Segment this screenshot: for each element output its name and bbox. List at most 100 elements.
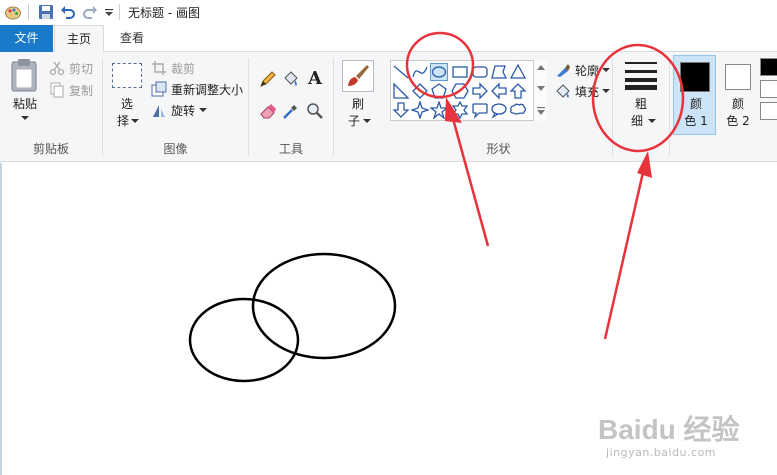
left-arrow-shape-icon[interactable]	[490, 82, 508, 100]
four-point-star-shape-icon[interactable]	[411, 101, 429, 119]
rectangle-shape-icon[interactable]	[451, 63, 469, 81]
brush-label-1[interactable]: 刷	[346, 96, 370, 112]
polygon-shape-icon[interactable]	[490, 63, 508, 81]
title-divider	[119, 4, 120, 20]
undo-icon[interactable]	[60, 3, 76, 21]
cut-label: 剪切	[69, 61, 94, 76]
tab-home[interactable]: 主页	[54, 25, 104, 53]
scissors-icon	[49, 61, 65, 76]
rotate-label: 旋转	[171, 103, 196, 118]
rotate-icon	[153, 105, 165, 117]
outline-dropdown-chevron-icon[interactable]	[602, 67, 611, 73]
diamond-shape-icon[interactable]	[411, 82, 429, 100]
resize-label: 重新调整大小	[171, 82, 244, 97]
paste-icon[interactable]	[10, 58, 38, 92]
down-arrow-shape-icon[interactable]	[392, 101, 410, 119]
curve-shape-icon[interactable]	[411, 63, 429, 81]
palette-color-empty[interactable]	[760, 102, 777, 120]
text-tool-icon[interactable]: A	[306, 68, 324, 89]
gallery-expand-icon[interactable]	[537, 107, 545, 115]
color1-label-1[interactable]: 颜	[682, 96, 710, 112]
crop-icon	[152, 61, 166, 75]
palette-color-black[interactable]	[760, 58, 777, 76]
brush-icon[interactable]	[342, 60, 374, 92]
clipboard-group-label: 剪贴板	[32, 142, 69, 156]
customize-toolbar-chevron-icon[interactable]	[103, 3, 115, 21]
window-title: 无标题 - 画图	[128, 6, 200, 20]
crop-button: 裁剪	[151, 58, 195, 78]
eraser-icon[interactable]	[259, 102, 277, 120]
brush-label-2[interactable]: 子	[344, 113, 364, 129]
pencil-icon[interactable]	[259, 70, 277, 88]
five-point-star-shape-icon[interactable]	[430, 101, 448, 119]
color1-swatch[interactable]	[680, 62, 710, 92]
rotate-dropdown-chevron-icon[interactable]	[199, 107, 208, 113]
tools-group: A 工具	[249, 52, 333, 162]
fill-button[interactable]: 填充	[555, 81, 611, 101]
pentagon-shape-icon[interactable]	[430, 82, 448, 100]
shape-gallery-scrollbar[interactable]	[533, 60, 547, 121]
magnifier-icon[interactable]	[306, 102, 324, 120]
fill-bucket-small-icon	[556, 84, 570, 98]
copy-label: 复制	[69, 83, 94, 98]
outline-label: 轮廓	[575, 63, 600, 78]
title-divider	[28, 4, 29, 20]
color-picker-icon[interactable]	[282, 102, 300, 120]
outline-button[interactable]: 轮廓	[555, 60, 611, 80]
select-label-1[interactable]: 选	[113, 96, 141, 112]
fill-dropdown-chevron-icon[interactable]	[602, 88, 611, 94]
resize-button[interactable]: 重新调整大小	[151, 79, 243, 99]
line-shape-icon[interactable]	[392, 63, 410, 81]
up-arrow-shape-icon[interactable]	[509, 82, 527, 100]
size-dropdown-chevron-icon[interactable]	[648, 118, 656, 124]
paintbrush-icon	[348, 65, 369, 86]
triangle-shape-icon[interactable]	[509, 63, 527, 81]
select-icon[interactable]	[112, 63, 142, 88]
fill-bucket-icon[interactable]	[282, 70, 300, 88]
rounded-rectangle-shape-icon[interactable]	[471, 63, 489, 81]
cut-button: 剪切	[49, 58, 93, 78]
color2-label-2[interactable]: 色 2	[722, 113, 754, 129]
paint-app-icon[interactable]	[4, 3, 22, 21]
line-width-icon[interactable]	[625, 60, 657, 90]
tab-view[interactable]: 查看	[108, 25, 156, 52]
title-bar: 无标题 - 画图	[0, 0, 777, 25]
clipboard-group: 粘贴 剪切 复制 剪贴板	[0, 52, 102, 162]
oval-glyph	[431, 66, 447, 78]
copy-icon	[50, 82, 64, 98]
right-triangle-shape-icon[interactable]	[392, 82, 410, 100]
size-label-1[interactable]: 粗	[627, 96, 655, 112]
color2-label-1[interactable]: 颜	[726, 96, 750, 112]
ribbon: 粘贴 剪切 复制 剪贴板 选 择 裁剪 重新调整大小 旋转 图像 A 工具 刷 …	[0, 52, 777, 162]
oval-shape-icon[interactable]	[430, 63, 448, 81]
select-dropdown-chevron-icon[interactable]	[131, 118, 139, 124]
tab-file[interactable]: 文件	[0, 25, 53, 52]
rotate-button[interactable]: 旋转	[151, 100, 208, 120]
color2-swatch[interactable]	[725, 64, 751, 90]
six-point-star-shape-icon[interactable]	[451, 101, 469, 119]
brush-dropdown-chevron-icon[interactable]	[363, 118, 371, 124]
image-group: 选 择 裁剪 重新调整大小 旋转 图像	[103, 52, 248, 162]
redo-icon[interactable]	[82, 3, 98, 21]
ribbon-tab-row: 文件 主页 查看	[0, 25, 777, 53]
paste-dropdown-chevron-icon[interactable]	[20, 115, 30, 121]
rounded-callout-shape-icon[interactable]	[471, 101, 489, 119]
group-separator	[669, 58, 670, 156]
crop-label: 裁剪	[171, 61, 196, 76]
copy-button: 复制	[49, 80, 93, 100]
right-arrow-shape-icon[interactable]	[471, 82, 489, 100]
palette-color-white[interactable]	[760, 80, 777, 98]
size-group: 粗 细	[613, 52, 669, 162]
resize-icon	[151, 81, 167, 97]
paste-button[interactable]: 粘贴	[7, 96, 43, 112]
oval-callout-shape-icon[interactable]	[490, 101, 508, 119]
scroll-up-icon[interactable]	[537, 65, 545, 70]
hexagon-shape-icon[interactable]	[451, 82, 469, 100]
color1-label-2[interactable]: 色 1	[680, 113, 712, 129]
shape-gallery[interactable]	[390, 60, 547, 121]
size-label-2[interactable]: 细	[625, 113, 649, 129]
save-icon[interactable]	[38, 3, 54, 21]
scroll-down-icon[interactable]	[537, 86, 545, 91]
cloud-callout-shape-icon[interactable]	[509, 101, 527, 119]
watermark-logo: Baidu 经验	[598, 413, 740, 445]
